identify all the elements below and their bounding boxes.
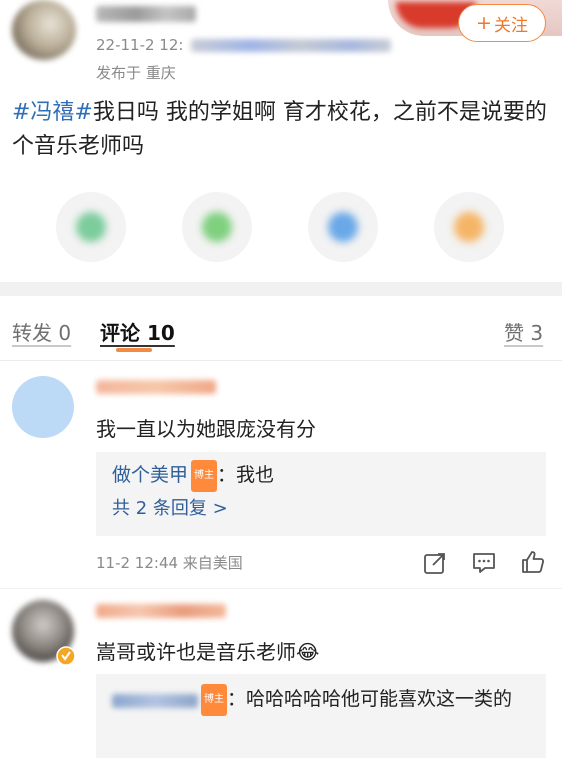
commenter-name[interactable]: [96, 380, 216, 394]
post-text: 我日吗 我的学姐啊 育才校花，之前不是说要的个音乐老师吗: [12, 100, 547, 159]
commenter-avatar[interactable]: [12, 376, 74, 438]
post-meta: 22-11-2 12:: [96, 36, 392, 54]
commenter-name[interactable]: [96, 604, 226, 618]
reply-author-blurred[interactable]: [112, 693, 198, 708]
comment-meta: 11-2 12:44 来自美国: [96, 554, 243, 572]
wechat-icon: [76, 212, 106, 242]
post-location: 发布于 重庆: [96, 64, 176, 82]
post-source-blurred: [191, 39, 392, 52]
comment-icon[interactable]: [471, 550, 497, 576]
verified-badge-icon: [56, 646, 76, 666]
active-tab-indicator: [116, 348, 152, 352]
follow-button[interactable]: + 关注: [458, 4, 546, 42]
comment-text: 我一直以为她跟庞没有分: [96, 417, 316, 441]
reply-box[interactable]: 博主 ：哈哈哈哈哈他可能喜欢这一类的: [96, 674, 546, 758]
post-body: #冯禧#我日吗 我的学姐啊 育才校花，之前不是说要的个音乐老师吗: [12, 96, 552, 164]
share-icon[interactable]: [422, 550, 448, 576]
reply-author[interactable]: 做个美甲: [112, 464, 188, 486]
reply-text: ：哈哈哈哈哈他可能喜欢这一类的: [227, 688, 513, 710]
post-date: 22-11-2 12:: [96, 36, 184, 54]
moments-share-button[interactable]: [182, 192, 252, 262]
author-name[interactable]: [96, 6, 196, 22]
comment-divider: [0, 588, 562, 589]
qq-share-button[interactable]: [308, 192, 378, 262]
comment-text: 嵩哥或许也是音乐老师😂: [96, 640, 320, 664]
section-divider: [0, 282, 562, 296]
reply-box[interactable]: 做个美甲 博主 ：我也 共 2 条回复 >: [96, 452, 546, 536]
hashtag-link[interactable]: #冯禧#: [12, 100, 93, 125]
qzone-icon: [454, 212, 484, 242]
moments-icon: [202, 212, 232, 242]
tab-comments[interactable]: 评论 10: [100, 317, 175, 346]
share-row: [0, 190, 562, 268]
plus-icon: +: [476, 12, 492, 34]
tab-likes[interactable]: 赞 3: [504, 317, 543, 346]
author-badge: 博主: [201, 684, 227, 716]
tab-reposts[interactable]: 转发 0: [12, 317, 71, 346]
reply-text: ：我也: [217, 464, 275, 486]
follow-label: 关注: [493, 15, 528, 36]
wechat-share-button[interactable]: [56, 192, 126, 262]
post-header: 22-11-2 12: 发布于 重庆 + 关注: [0, 0, 562, 90]
author-badge: 博主: [191, 460, 218, 492]
like-icon[interactable]: [520, 549, 546, 575]
interaction-tabs: 转发 0 评论 10 赞 3: [0, 312, 562, 352]
more-replies-link[interactable]: 共 2 条回复 >: [112, 494, 530, 524]
qzone-share-button[interactable]: [434, 192, 504, 262]
tabs-divider: [0, 360, 562, 361]
qq-icon: [328, 212, 358, 242]
author-avatar[interactable]: [12, 0, 76, 60]
